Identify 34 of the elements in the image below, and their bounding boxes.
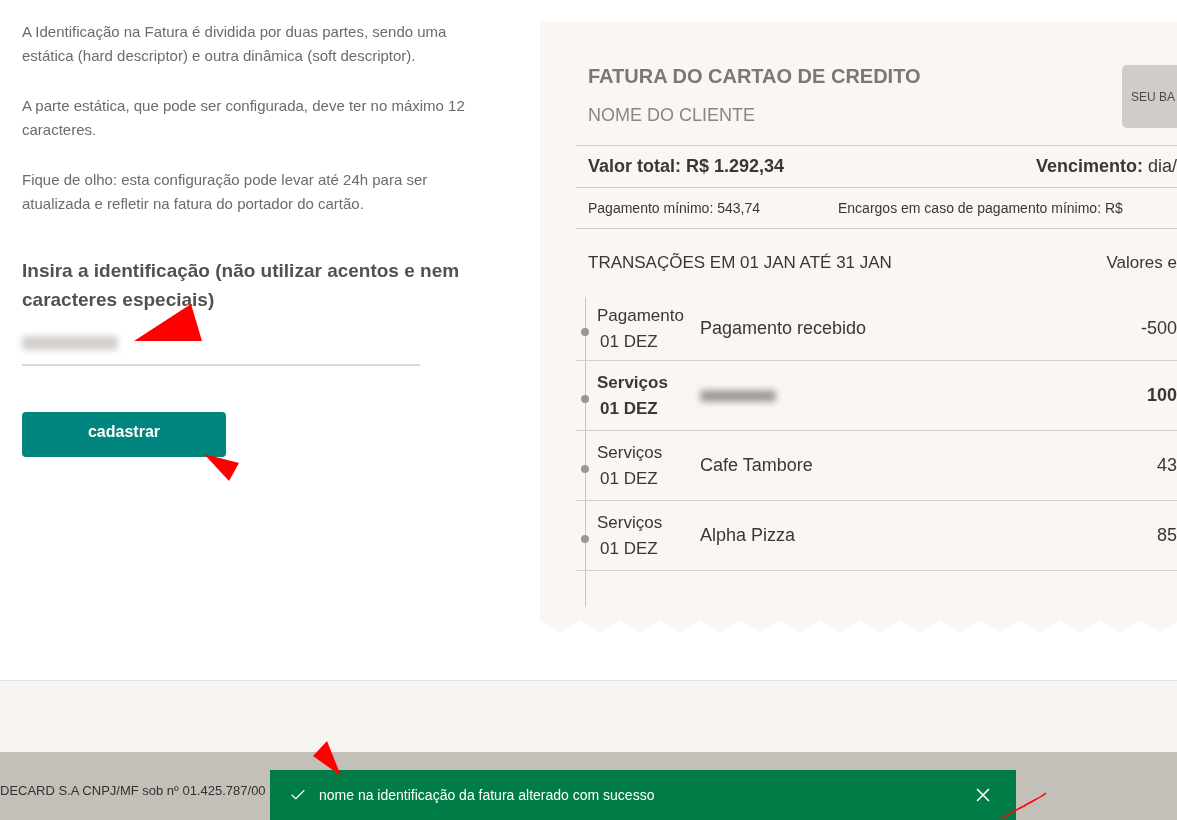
transactions-title: TRANSAÇÕES EM 01 JAN ATÉ 31 JAN	[588, 252, 892, 275]
date-text: 01 DEZ	[599, 467, 658, 490]
annotation-arrow	[204, 454, 239, 481]
field-label: Insira a identificação (não utilizar acentos e nem caracteres especiais)	[22, 259, 461, 312]
amount-text: 43	[1156, 454, 1177, 477]
date-text: 01 DEZ	[599, 537, 658, 560]
amount-text: 100	[1146, 384, 1177, 407]
category-text: Serviços	[597, 441, 663, 464]
annotation-stroke	[1000, 792, 1047, 820]
category-text: Pagamento	[597, 304, 684, 327]
amount-text: 85	[1156, 524, 1177, 547]
invoice-title: FATURA DO CARTAO DE CREDITO	[588, 64, 921, 89]
date-text: 01 DEZ	[599, 330, 658, 353]
date-text: 01 DEZ	[599, 397, 658, 420]
annotation-arrow	[313, 741, 341, 776]
amount-text: -500	[1140, 317, 1177, 340]
description-text: Pagamento recebido	[700, 317, 867, 340]
customer-name: NOME DO CLIENTE	[588, 104, 756, 126]
info-paragraph: A parte estática, que pode ser configurada, deve ter no máximo 12 caracteres.	[22, 96, 466, 140]
info-paragraph: A Identificação na Fatura é dividida por duas partes, sendo uma estática (hard descriptor) e outra dinâmica (soft descriptor).	[22, 22, 448, 66]
minimum-payment: Pagamento mínimo: 543,74	[588, 198, 761, 218]
toast-message: nome na identificação da fatura alterado com sucesso	[319, 785, 656, 805]
bank-badge: SEU BA	[1122, 65, 1177, 128]
values-label: Valores e	[1106, 252, 1177, 275]
info-paragraph: Fique de olho: esta configuração pode levar até 24h para ser atualizada e refletir na fatura do portador do cartão.	[22, 170, 429, 214]
submit-button[interactable]: cadastrar	[22, 412, 226, 457]
charges-text: Encargos em caso de pagamento mínimo: R$	[838, 198, 1123, 218]
due-date: Vencimento: dia/	[1035, 155, 1177, 178]
category-text: Serviços	[597, 511, 663, 534]
description-text: Alpha Pizza	[700, 524, 796, 547]
company-text: DECARD S.A CNPJ/MF sob nº 01.425.787/00	[0, 782, 266, 801]
category-text: Serviços	[597, 371, 668, 394]
description-text: Cafe Tambore	[700, 454, 813, 477]
total-amount: Valor total: R$ 1.292,34	[588, 155, 785, 178]
